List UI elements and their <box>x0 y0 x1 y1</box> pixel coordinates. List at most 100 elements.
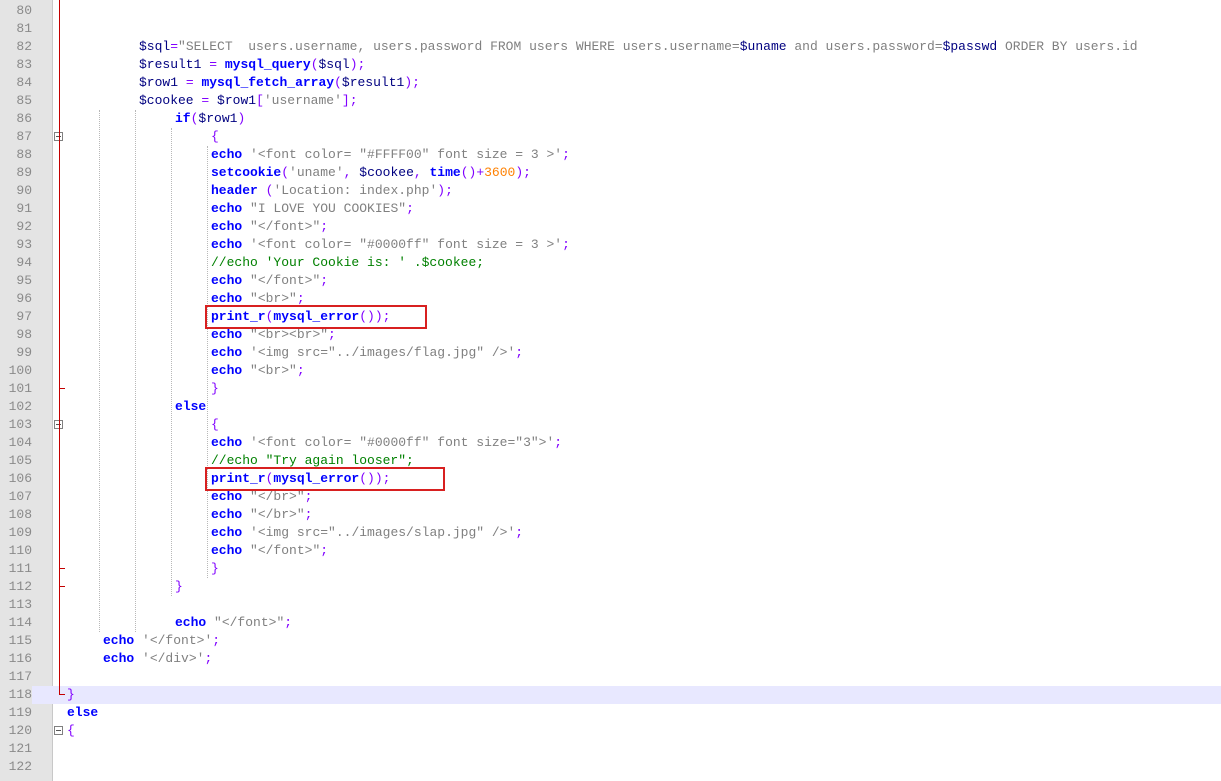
code-line[interactable]: 106 print_r(mysql_error()); <box>0 470 1221 488</box>
code-line[interactable]: 119 else <box>0 704 1221 722</box>
line-number: 89 <box>16 165 32 180</box>
code-token: "</font>" <box>250 273 321 288</box>
code-line[interactable]: 96 echo "<br>"; <box>0 290 1221 308</box>
code-text: echo '<font color= "#0000ff" font size =… <box>211 236 570 254</box>
code-line[interactable]: 100 echo "<br>"; <box>0 362 1221 380</box>
code-editor[interactable]: 80 81 82 $sql="SELECT users.username, users… <box>0 0 1221 781</box>
code-token: $passwd <box>942 39 998 54</box>
code-line[interactable]: 105 //echo "Try again looser"; <box>0 452 1221 470</box>
code-token: echo <box>211 147 243 162</box>
code-line[interactable]: 107 echo "</br>"; <box>0 488 1221 506</box>
code-line[interactable]: 99 echo '<img src="../images/flag.jpg" />… <box>0 344 1221 362</box>
code-text: echo '<img src="../images/slap.jpg" />'; <box>211 524 523 542</box>
code-line[interactable]: 118} <box>0 686 1221 704</box>
line-number: 83 <box>16 57 32 72</box>
code-token: ; <box>515 525 524 540</box>
code-token: ) <box>237 111 246 126</box>
code-token: '<img src="../images/flag.jpg" />' <box>250 345 516 360</box>
line-number: 85 <box>16 93 32 108</box>
code-token: setcookie <box>211 165 282 180</box>
code-token: "I LOVE YOU COOKIES" <box>250 201 407 216</box>
code-token: echo <box>211 291 243 306</box>
line-number: 118 <box>0 686 32 704</box>
line-number: 81 <box>16 21 32 36</box>
code-token: if <box>175 111 191 126</box>
code-line[interactable]: 111} <box>0 560 1221 578</box>
code-text: $sql="SELECT users.username, users.passw… <box>139 38 1138 56</box>
code-line[interactable]: 120 { <box>0 722 1221 740</box>
code-line[interactable]: 95 echo "</font>"; <box>0 272 1221 290</box>
code-token: ; <box>212 633 221 648</box>
code-line[interactable]: 94 //echo 'Your Cookie is: ' .$cookee; <box>0 254 1221 272</box>
code-token: 'username' <box>263 93 342 108</box>
code-token: = <box>185 75 194 90</box>
code-token: } <box>211 381 219 396</box>
line-number: 92 <box>16 219 32 234</box>
code-line[interactable]: 113 <box>0 596 1221 614</box>
code-token: ; <box>562 237 570 252</box>
code-token: $cookee <box>359 165 414 180</box>
code-line[interactable]: 84 $row1 = mysql_fetch_array($result1); <box>0 74 1221 92</box>
code-line[interactable]: 117 <box>0 668 1221 686</box>
code-token: = <box>170 39 179 54</box>
code-token: = <box>209 57 218 72</box>
code-line[interactable]: 122 <box>0 758 1221 776</box>
code-line[interactable]: 91 echo "I LOVE YOU COOKIES"; <box>0 200 1221 218</box>
line-number: 104 <box>8 435 32 450</box>
code-token: ; <box>515 345 524 360</box>
fold-toggle-icon[interactable] <box>54 726 63 735</box>
code-line[interactable]: 87 { <box>0 128 1221 146</box>
code-line[interactable]: 101} <box>0 380 1221 398</box>
code-line[interactable]: 110 echo "</font>"; <box>0 542 1221 560</box>
code-line[interactable]: 108 echo "</br>"; <box>0 506 1221 524</box>
code-line[interactable]: 109 echo '<img src="../images/slap.jpg" /… <box>0 524 1221 542</box>
code-line[interactable]: 92 echo "</font>"; <box>0 218 1221 236</box>
code-line[interactable]: 89 setcookie('uname', $cookee, time()+360… <box>0 164 1221 182</box>
code-token: echo <box>103 651 135 666</box>
code-token: $sql <box>139 39 171 54</box>
code-token: ; <box>562 147 570 162</box>
code-line[interactable]: 103 { <box>0 416 1221 434</box>
code-line[interactable]: 112} <box>0 578 1221 596</box>
code-token: } <box>67 687 75 702</box>
code-line[interactable]: 116 echo '</div>'; <box>0 650 1221 668</box>
code-line[interactable]: 86 if($row1) <box>0 110 1221 128</box>
code-area[interactable]: 80 81 82 $sql="SELECT users.username, users… <box>0 0 1221 781</box>
code-line[interactable]: 114 echo "</font>"; <box>0 614 1221 632</box>
code-text: echo "<br>"; <box>211 362 305 380</box>
line-number: 84 <box>16 75 32 90</box>
code-line[interactable]: 115 echo '</font>'; <box>0 632 1221 650</box>
code-token: echo <box>211 507 243 522</box>
code-token: echo <box>211 273 243 288</box>
code-line[interactable]: 82 $sql="SELECT users.username, users.pas… <box>0 38 1221 56</box>
code-line[interactable]: 90 header ('Location: index.php'); <box>0 182 1221 200</box>
code-line[interactable]: 88 echo '<font color= "#FFFF00" font size… <box>0 146 1221 164</box>
code-line[interactable]: 104 echo '<font color= "#0000ff" font siz… <box>0 434 1221 452</box>
code-line[interactable]: 80 <box>0 2 1221 20</box>
code-token: ; <box>304 507 313 522</box>
line-number: 95 <box>16 273 32 288</box>
code-text: //echo 'Your Cookie is: ' .$cookee; <box>211 254 484 272</box>
code-line[interactable]: 97 print_r(mysql_error()); <box>0 308 1221 326</box>
code-token: ; <box>320 273 329 288</box>
code-line[interactable]: 102 else <box>0 398 1221 416</box>
code-line[interactable]: 98 echo "<br><br>"; <box>0 326 1221 344</box>
code-line[interactable]: 93 echo '<font color= "#0000ff" font size… <box>0 236 1221 254</box>
code-token: $cookee <box>139 93 194 108</box>
code-token: [ <box>256 93 264 108</box>
line-number: 94 <box>16 255 32 270</box>
code-line[interactable]: 83 $result1 = mysql_query($sql); <box>0 56 1221 74</box>
code-line[interactable]: 121 <box>0 740 1221 758</box>
code-line[interactable]: 85 $cookee = $row1['username']; <box>0 92 1221 110</box>
code-line[interactable]: 81 <box>0 20 1221 38</box>
code-text: else <box>175 398 206 416</box>
